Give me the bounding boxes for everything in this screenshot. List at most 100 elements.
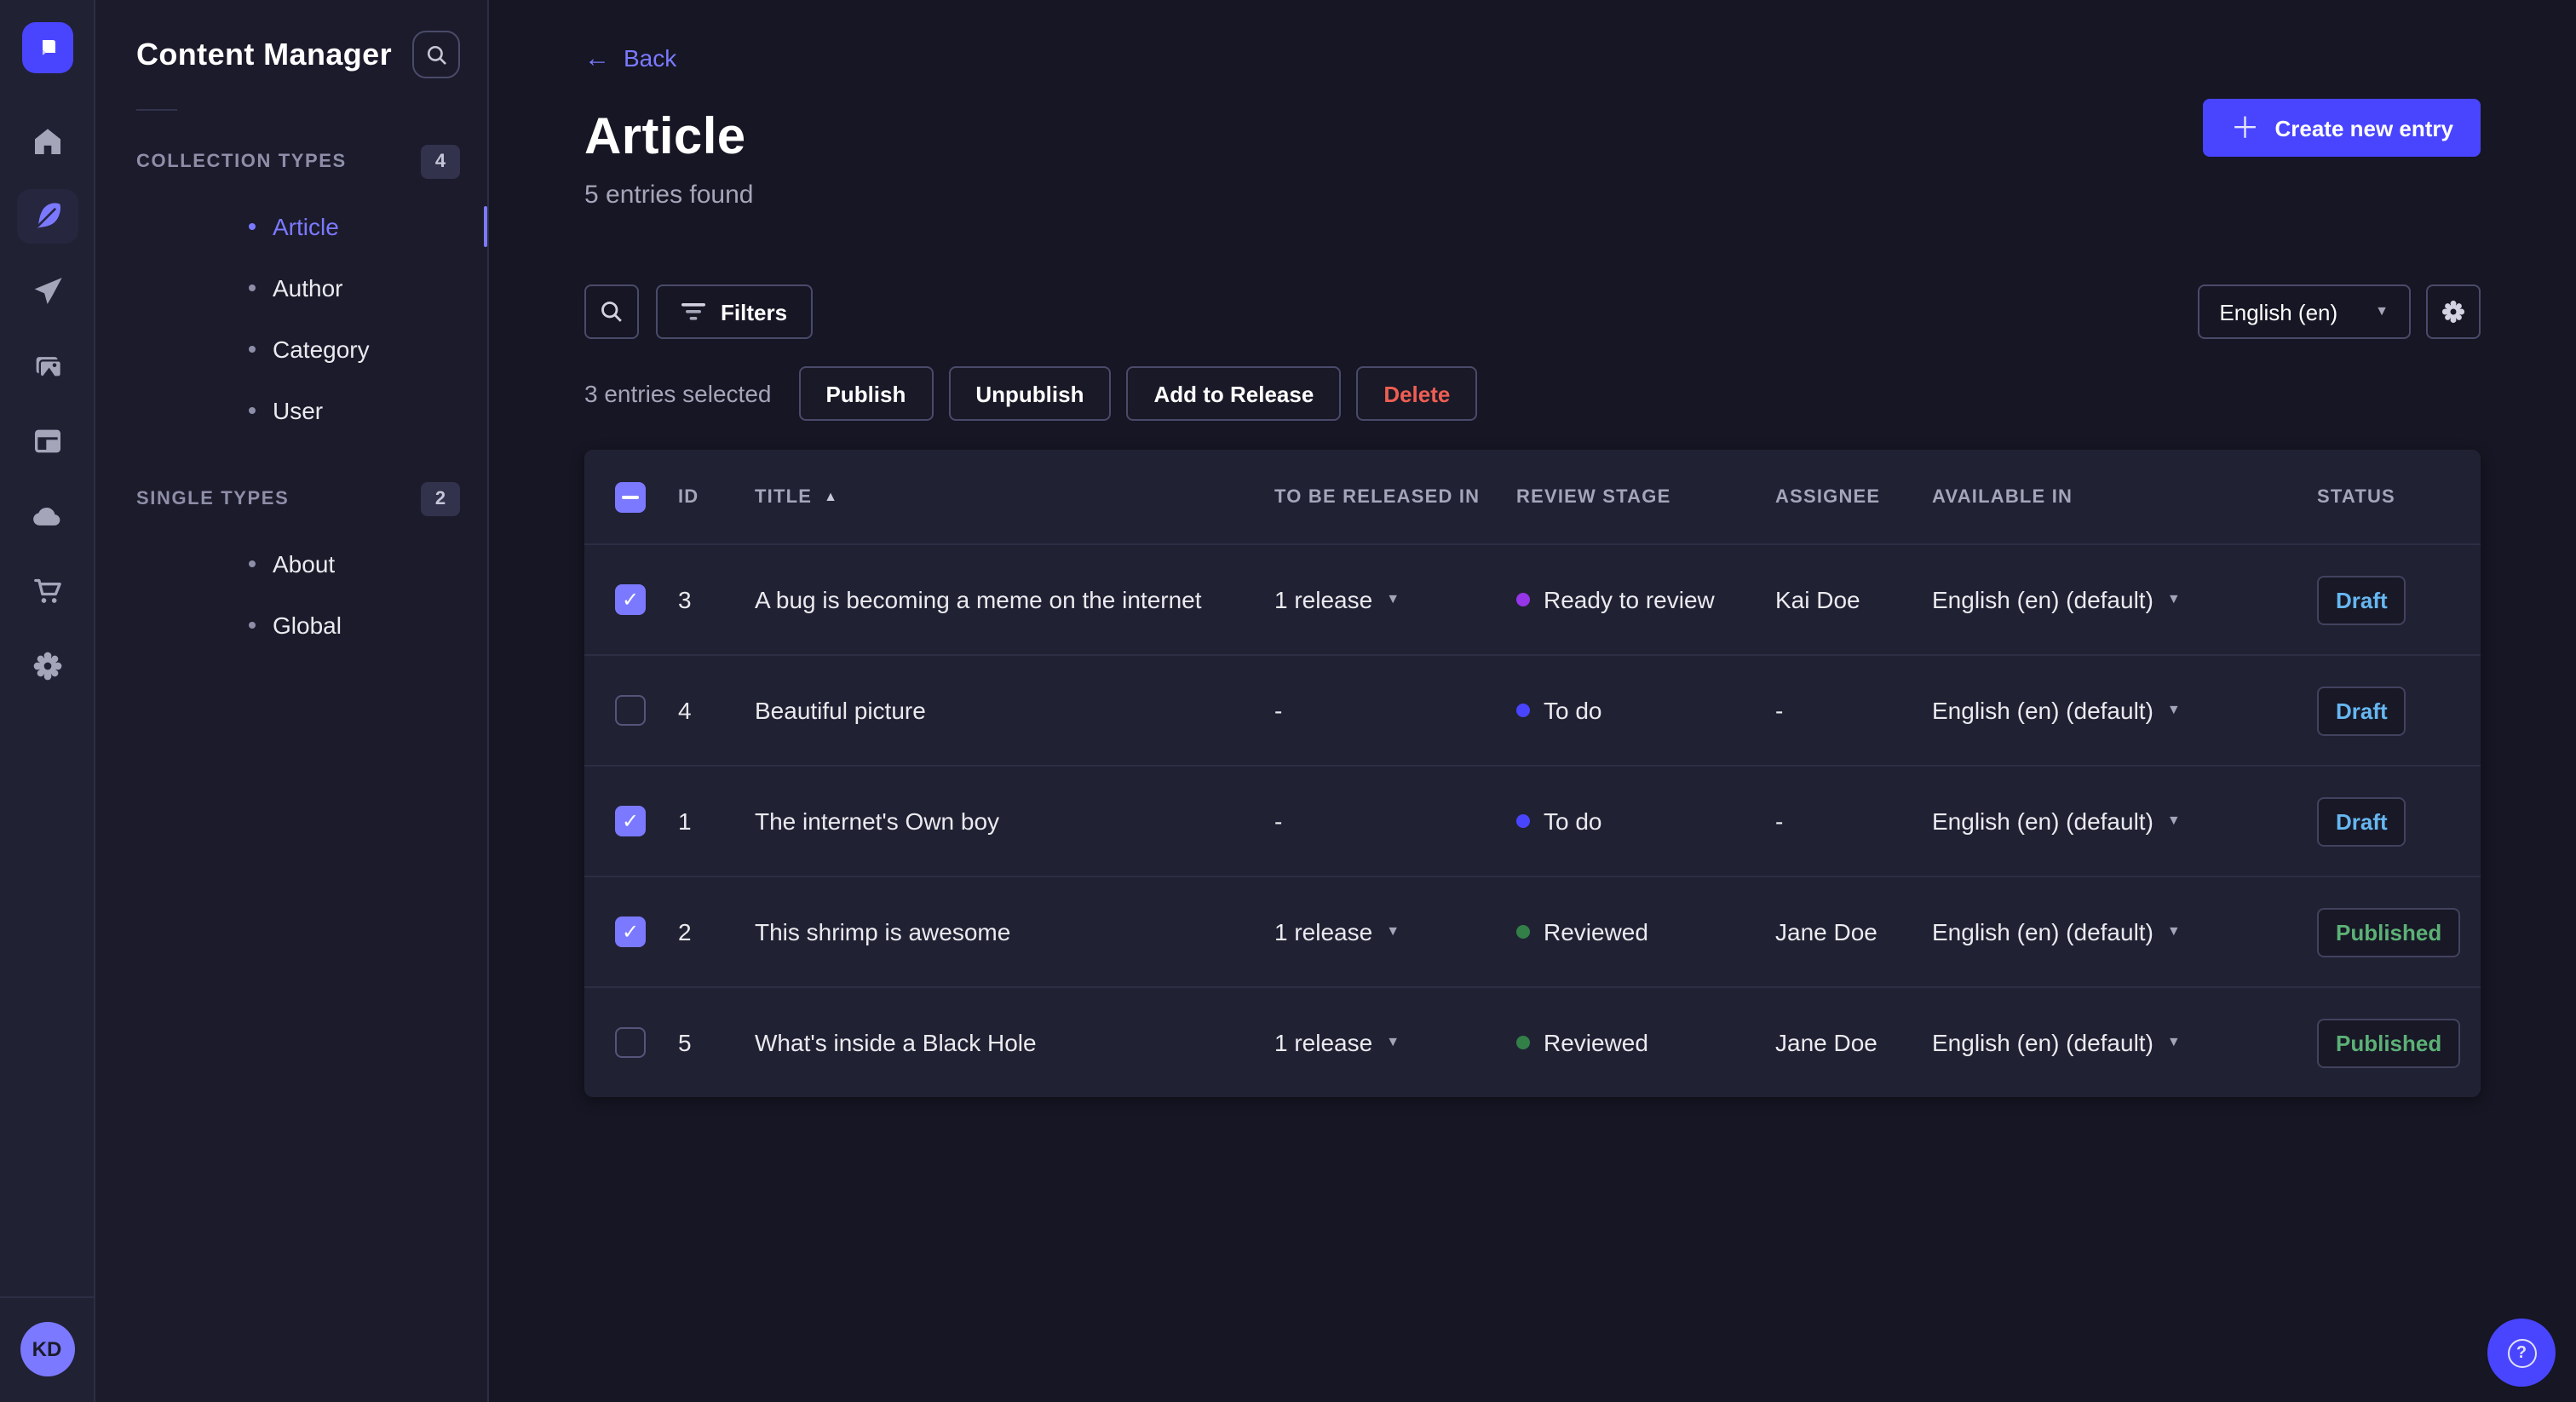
sidebar-search-button[interactable] — [412, 31, 460, 78]
header-id[interactable]: ID — [678, 486, 755, 507]
header-release[interactable]: TO BE RELEASED IN — [1274, 486, 1516, 507]
chevron-down-icon: ▼ — [1386, 1034, 1400, 1049]
gear-icon[interactable] — [16, 639, 78, 693]
plus-icon: ＋ — [2230, 112, 2260, 144]
cell-available-in[interactable]: English (en) (default) ▼ — [1932, 807, 2317, 835]
cell-review-stage: To do — [1516, 807, 1775, 835]
cell-id: 3 — [678, 586, 692, 613]
filters-button[interactable]: Filters — [656, 284, 814, 339]
user-avatar[interactable]: KD — [20, 1322, 74, 1376]
layout-icon[interactable] — [16, 414, 78, 468]
nav-divider — [0, 1296, 94, 1298]
add-to-release-button[interactable]: Add to Release — [1126, 366, 1342, 421]
sidebar-title: Content Manager — [136, 37, 393, 71]
bullet-icon — [249, 560, 256, 567]
cloud-icon[interactable] — [16, 489, 78, 543]
strapi-logo[interactable] — [21, 22, 72, 73]
table-row[interactable]: ✓ 2 This shrimp is awesome 1 release ▼ Re… — [584, 876, 2481, 986]
select-all-checkbox[interactable] — [615, 481, 646, 512]
selection-count: 3 entries selected — [584, 380, 772, 407]
cell-review-stage: To do — [1516, 697, 1775, 724]
search-icon — [601, 302, 622, 322]
cell-release: - — [1274, 807, 1283, 835]
header-review-stage[interactable]: REVIEW STAGE — [1516, 486, 1775, 507]
row-checkbox[interactable]: ✓ — [615, 584, 646, 615]
cell-release[interactable]: 1 release ▼ — [1274, 586, 1516, 613]
chevron-down-icon: ▼ — [1386, 591, 1400, 606]
collection-types-list: Article Author Category User — [95, 196, 487, 441]
table-header-row: ID TITLE ▲ TO BE RELEASED IN REVIEW STAG… — [584, 450, 2481, 543]
view-settings-button[interactable] — [2426, 284, 2481, 339]
create-new-entry-button[interactable]: ＋ Create new entry — [2203, 99, 2481, 157]
cell-available-in[interactable]: English (en) (default) ▼ — [1932, 697, 2317, 724]
header-status[interactable]: STATUS — [2317, 486, 2481, 507]
back-link[interactable]: ← Back — [584, 44, 676, 72]
entries-table: ID TITLE ▲ TO BE RELEASED IN REVIEW STAG… — [584, 450, 2481, 1097]
sidebar-item-about[interactable]: About — [95, 533, 487, 595]
feather-icon[interactable] — [16, 189, 78, 244]
sidebar-divider — [136, 109, 177, 111]
help-button[interactable]: ? — [2487, 1319, 2556, 1387]
sort-asc-icon: ▲ — [824, 489, 839, 504]
selection-actions: 3 entries selected Publish Unpublish Add… — [584, 366, 2481, 421]
sidebar-item-user[interactable]: User — [95, 380, 487, 441]
stage-dot — [1516, 1036, 1530, 1049]
bullet-icon — [249, 284, 256, 291]
unpublish-button[interactable]: Unpublish — [948, 366, 1112, 421]
images-icon[interactable] — [16, 339, 78, 394]
send-icon[interactable] — [16, 264, 78, 319]
table-row[interactable]: 5 What's inside a Black Hole 1 release ▼ … — [584, 986, 2481, 1097]
row-checkbox[interactable]: ✓ — [615, 806, 646, 836]
status-badge: Draft — [2317, 796, 2406, 846]
cell-assignee: Jane Doe — [1775, 918, 1877, 945]
app-window: KD Content Manager COLLECTION TYPES 4 Ar… — [0, 0, 2576, 1402]
cell-review-stage: Ready to review — [1516, 586, 1775, 613]
cell-release[interactable]: 1 release ▼ — [1274, 1029, 1516, 1056]
cell-release[interactable]: 1 release ▼ — [1274, 918, 1516, 945]
collection-types-label: COLLECTION TYPES — [136, 152, 347, 172]
cell-id: 1 — [678, 807, 692, 835]
chevron-down-icon: ▼ — [1386, 923, 1400, 939]
search-button[interactable] — [584, 284, 639, 339]
publish-button[interactable]: Publish — [798, 366, 934, 421]
status-badge: Published — [2317, 1018, 2461, 1067]
sidebar-item-category[interactable]: Category — [95, 319, 487, 380]
single-types-count: 2 — [421, 482, 460, 516]
bullet-icon — [249, 407, 256, 414]
header-available-in[interactable]: AVAILABLE IN — [1932, 486, 2317, 507]
cell-available-in[interactable]: English (en) (default) ▼ — [1932, 1029, 2317, 1056]
cell-available-in[interactable]: English (en) (default) ▼ — [1932, 918, 2317, 945]
cell-assignee: - — [1775, 697, 1784, 724]
sidebar-item-label: Global — [273, 612, 342, 639]
header-assignee[interactable]: ASSIGNEE — [1775, 486, 1932, 507]
locale-select[interactable]: English (en) ▼ — [2197, 284, 2411, 339]
header-title[interactable]: TITLE ▲ — [755, 486, 1274, 507]
chevron-down-icon: ▼ — [2166, 1034, 2181, 1049]
cell-id: 4 — [678, 697, 692, 724]
row-checkbox[interactable] — [615, 695, 646, 726]
home-icon[interactable] — [16, 114, 78, 169]
table-row[interactable]: 4 Beautiful picture - To do - English (e… — [584, 654, 2481, 765]
question-mark-icon: ? — [2507, 1338, 2536, 1367]
entries-count: 5 entries found — [584, 181, 754, 210]
cart-icon[interactable] — [16, 564, 78, 618]
filters-label: Filters — [721, 299, 788, 325]
sidebar-item-label: User — [273, 397, 324, 424]
row-checkbox[interactable] — [615, 1027, 646, 1058]
sidebar-item-author[interactable]: Author — [95, 257, 487, 319]
back-label: Back — [624, 44, 677, 72]
single-types-label: SINGLE TYPES — [136, 489, 290, 509]
sidebar-item-label: Author — [273, 274, 343, 302]
main-nav: KD — [0, 0, 95, 1402]
delete-button[interactable]: Delete — [1356, 366, 1478, 421]
sidebar-item-article[interactable]: Article — [95, 196, 487, 257]
status-badge: Draft — [2317, 575, 2406, 624]
table-row[interactable]: ✓ 1 The internet's Own boy - To do - Eng… — [584, 765, 2481, 876]
cell-title: The internet's Own boy — [755, 807, 1000, 835]
row-checkbox[interactable]: ✓ — [615, 916, 646, 947]
sidebar-item-global[interactable]: Global — [95, 595, 487, 656]
cell-available-in[interactable]: English (en) (default) ▼ — [1932, 586, 2317, 613]
table-row[interactable]: ✓ 3 A bug is becoming a meme on the inte… — [584, 543, 2481, 654]
main-content: ← Back Article 5 entries found ＋ Create … — [489, 0, 2576, 1402]
cell-title: Beautiful picture — [755, 697, 926, 724]
